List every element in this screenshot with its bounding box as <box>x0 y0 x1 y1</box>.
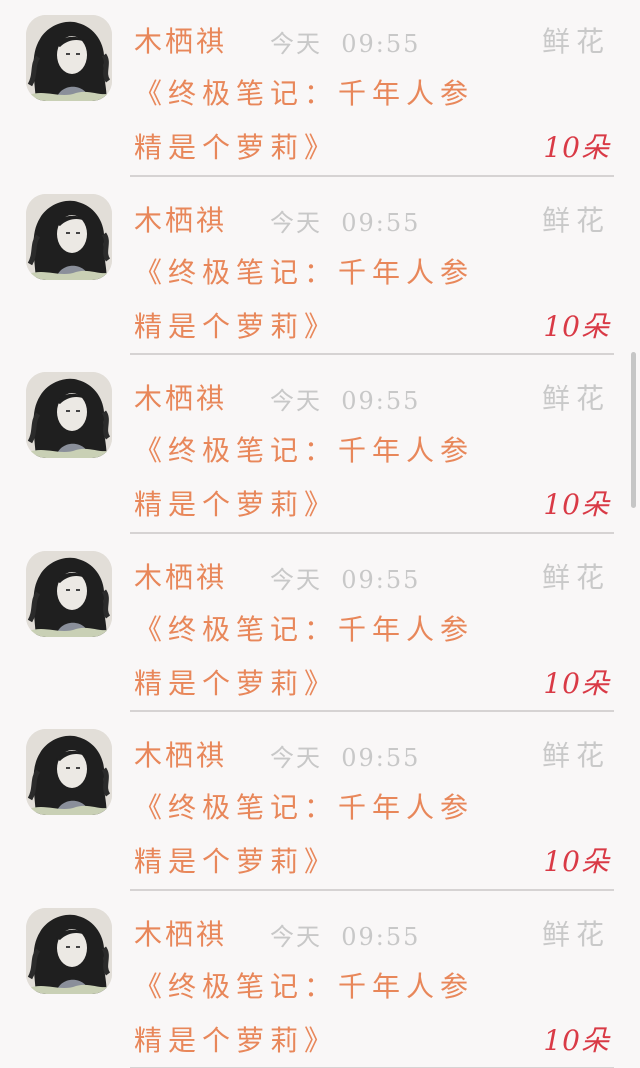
book-title-line-1[interactable]: 《终极笔记：千年人参 <box>134 788 474 828</box>
list-item[interactable]: 木栖祺 今天 09:55 鲜花 《终极笔记：千年人参 精是个萝莉》 10朵 <box>0 893 640 1068</box>
gift-count: 10朵 <box>543 488 610 521</box>
divider <box>130 888 614 891</box>
timestamp: 今天 09:55 <box>270 744 421 772</box>
avatar-illustration-icon <box>26 550 112 637</box>
list-item[interactable]: 木栖祺 今天 09:55 鲜花 《终极笔记：千年人参 精是个萝莉》 10朵 <box>0 714 640 893</box>
gift-type-label: 鲜花 <box>541 560 610 594</box>
book-title-line-1[interactable]: 《终极笔记：千年人参 <box>134 431 474 471</box>
gift-type-label: 鲜花 <box>541 917 610 951</box>
gift-type-label: 鲜花 <box>541 739 610 772</box>
avatar[interactable] <box>26 372 112 458</box>
avatar[interactable] <box>26 907 112 994</box>
avatar-illustration-icon <box>26 729 112 815</box>
book-title-line-1[interactable]: 《终极笔记：千年人参 <box>134 74 474 114</box>
gift-count: 10朵 <box>543 309 610 343</box>
list-item[interactable]: 木栖祺 今天 09:55 鲜花 《终极笔记：千年人参 精是个萝莉》 10朵 <box>0 179 640 358</box>
divider <box>130 353 614 355</box>
timestamp: 今天 09:55 <box>270 922 421 951</box>
gift-count: 10朵 <box>543 1023 610 1057</box>
avatar-illustration-icon <box>26 907 112 994</box>
avatar-illustration-icon <box>26 372 112 458</box>
gift-type-label: 鲜花 <box>541 382 610 415</box>
scrollbar[interactable] <box>631 352 636 508</box>
list-item[interactable]: 木栖祺 今天 09:55 鲜花 《终极笔记：千年人参 精是个萝莉》 10朵 <box>0 0 640 179</box>
book-title-line-2[interactable]: 精是个萝莉》 <box>134 307 338 347</box>
sender-name[interactable]: 木栖祺 <box>134 379 227 419</box>
timestamp: 今天 09:55 <box>270 387 421 415</box>
timestamp: 今天 09:55 <box>270 565 421 594</box>
divider <box>130 531 614 534</box>
avatar-illustration-icon <box>26 193 112 280</box>
gift-count: 10朵 <box>543 666 610 700</box>
book-title-line-1[interactable]: 《终极笔记：千年人参 <box>134 253 474 293</box>
book-title-line-2[interactable]: 精是个萝莉》 <box>134 842 338 882</box>
timestamp: 今天 09:55 <box>270 30 421 58</box>
book-title-line-2[interactable]: 精是个萝莉》 <box>134 1021 338 1061</box>
avatar-illustration-icon <box>26 15 112 101</box>
book-title-line-2[interactable]: 精是个萝莉》 <box>134 664 338 704</box>
timestamp: 今天 09:55 <box>270 208 421 237</box>
gift-count: 10朵 <box>543 131 610 164</box>
avatar[interactable] <box>26 193 112 280</box>
list-item[interactable]: 木栖祺 今天 09:55 鲜花 《终极笔记：千年人参 精是个萝莉》 10朵 <box>0 357 640 536</box>
book-title-line-2[interactable]: 精是个萝莉》 <box>134 485 338 525</box>
list-item[interactable]: 木栖祺 今天 09:55 鲜花 《终极笔记：千年人参 精是个萝莉》 10朵 <box>0 536 640 715</box>
book-title-line-1[interactable]: 《终极笔记：千年人参 <box>134 610 474 650</box>
book-title-line-1[interactable]: 《终极笔记：千年人参 <box>134 967 474 1007</box>
gift-record-list: 木栖祺 今天 09:55 鲜花 《终极笔记：千年人参 精是个萝莉》 10朵 木栖… <box>0 0 640 1068</box>
gift-count: 10朵 <box>543 845 610 878</box>
avatar[interactable] <box>26 550 112 637</box>
avatar[interactable] <box>26 729 112 815</box>
sender-name[interactable]: 木栖祺 <box>134 558 227 598</box>
avatar[interactable] <box>26 15 112 101</box>
divider <box>130 174 614 177</box>
sender-name[interactable]: 木栖祺 <box>134 736 227 776</box>
gift-type-label: 鲜花 <box>541 203 610 237</box>
book-title-line-2[interactable]: 精是个萝莉》 <box>134 128 338 168</box>
sender-name[interactable]: 木栖祺 <box>134 22 227 62</box>
divider <box>130 710 614 712</box>
sender-name[interactable]: 木栖祺 <box>134 915 227 955</box>
gift-type-label: 鲜花 <box>541 25 610 58</box>
sender-name[interactable]: 木栖祺 <box>134 201 227 241</box>
